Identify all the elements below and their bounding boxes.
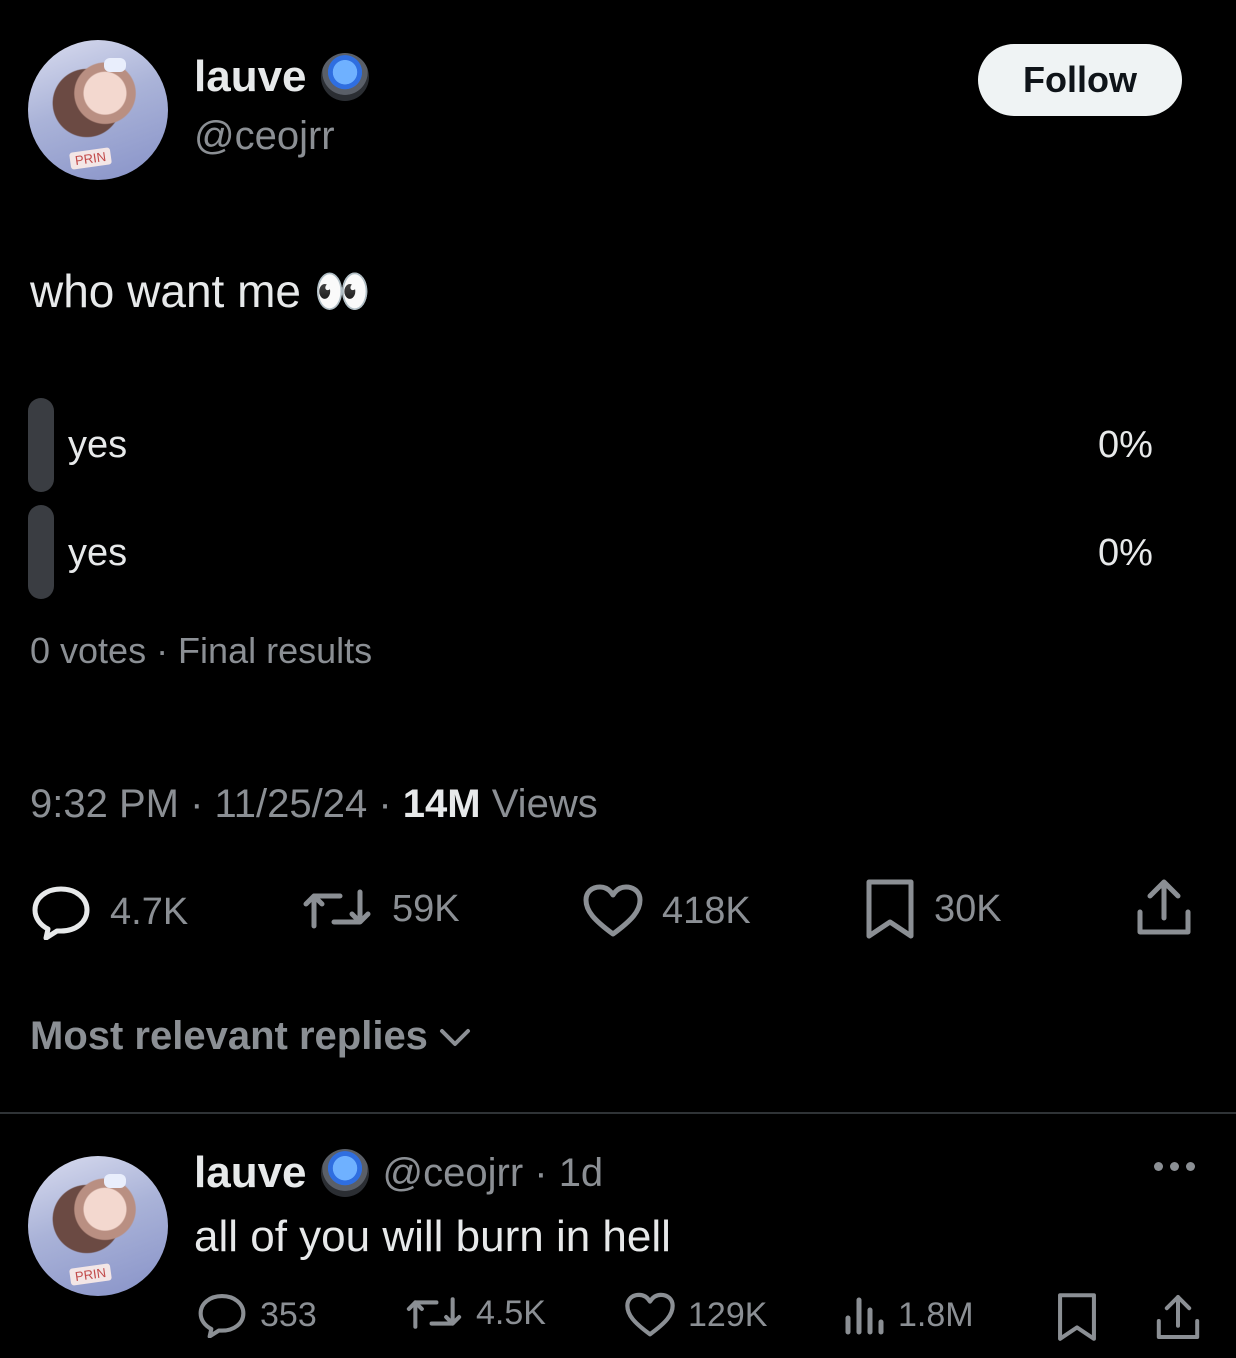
heart-icon [624,1292,676,1338]
poll-bar-1 [28,398,54,492]
author-name-row: lauve [194,52,369,102]
verified-badge-icon[interactable] [320,53,369,101]
tweet-text: who want me 👀 [30,265,372,317]
reply-icon [30,884,92,940]
retweet-icon [300,884,374,934]
verified-badge-icon[interactable] [320,1149,369,1197]
author-name[interactable]: lauve [194,52,307,102]
replies-sort-label: Most relevant replies [30,1014,428,1058]
more-options-icon[interactable] [1154,1162,1195,1171]
poll-option-2-percent: 0% [1098,532,1153,574]
reply-retweet-action[interactable]: 4.5K [404,1292,546,1334]
avatar-tag: PRIN [69,1263,113,1286]
like-action[interactable]: 418K [582,884,751,938]
poll-option-1-label: yes [68,424,128,466]
reply-reply-action[interactable]: 353 [196,1292,317,1338]
views-count: 14M [402,782,481,826]
reply-handle-time[interactable]: @ceojrr · 1d [383,1151,604,1196]
poll-option-2-label: yes [68,532,128,574]
share-icon[interactable] [1134,876,1194,938]
author-handle[interactable]: @ceojrr [194,114,335,159]
share-icon[interactable] [1154,1292,1202,1342]
bookmark-count: 30K [934,887,1002,930]
poll-summary: 0 votes · Final results [30,630,373,671]
reply-icon [196,1292,248,1338]
reply-action[interactable]: 4.7K [30,884,188,940]
avatar-bow [104,58,126,72]
reply-like-count: 129K [688,1295,768,1334]
poll-bar-2 [28,505,54,599]
poll-option-1-percent: 0% [1098,424,1153,466]
avatar-bow [104,1174,126,1188]
reply-reply-count: 353 [260,1295,317,1334]
reply-author-avatar[interactable]: PRIN [28,1156,168,1296]
retweet-icon [404,1292,464,1334]
bookmark-icon[interactable] [1056,1292,1098,1342]
views-bar-icon [842,1292,886,1338]
reply-views-action[interactable]: 1.8M [842,1292,974,1338]
section-divider [0,1112,1236,1114]
author-avatar[interactable]: PRIN [28,40,168,180]
chevron-down-icon [438,1025,472,1049]
bookmark-action[interactable]: 30K [864,878,1002,940]
retweet-action[interactable]: 59K [300,884,460,934]
reply-retweet-count: 4.5K [476,1293,546,1332]
reply-author-name[interactable]: lauve [194,1148,307,1198]
replies-sort-toggle[interactable]: Most relevant replies [30,1014,472,1059]
reply-text: all of you will burn in hell [194,1212,671,1261]
retweet-count: 59K [392,887,460,930]
tweet-meta: 9:32 PM · 11/25/24 · 14M Views [30,782,598,827]
heart-icon [582,884,644,938]
views-label: Views [480,782,598,826]
reply-views-count: 1.8M [898,1295,974,1334]
follow-button[interactable]: Follow [978,44,1182,116]
bookmark-icon [864,878,916,940]
reply-header: lauve @ceojrr · 1d [194,1148,603,1198]
like-count: 418K [662,889,751,932]
tweet-time[interactable]: 9:32 PM · 11/25/24 · [30,782,403,826]
avatar-tag: PRIN [69,147,113,170]
reply-like-action[interactable]: 129K [624,1292,767,1338]
reply-count: 4.7K [110,890,189,933]
